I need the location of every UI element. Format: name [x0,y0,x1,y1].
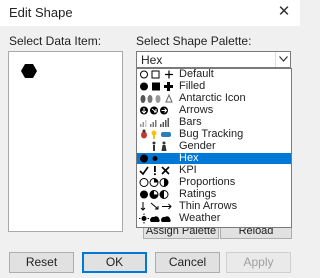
select-data-item-label: Select Data Item: [9,34,102,48]
pie-proportion-icon [139,178,169,187]
select-shape-palette-label: Select Shape Palette: [136,34,252,48]
chevron-down-icon [279,56,288,62]
close-button[interactable]: ✕ [276,2,292,22]
circle-arrows-icon [140,106,168,115]
penguin-icon [140,93,173,103]
title-bar: Edit Shape ✕ [0,0,300,26]
shape-palette-dropdown[interactable]: Hex [136,51,291,68]
palette-option-kpi[interactable]: KPI [137,164,291,176]
thin-arrows-icon [140,202,172,211]
person-icon [152,141,167,151]
palette-option-antarctic-icon[interactable]: Antarctic Icon [137,92,291,104]
shape-palette-list[interactable]: Default Filled Antarctic Icon Arrows Bar… [136,68,292,228]
palette-option-filled[interactable]: Filled [137,80,291,92]
cancel-button[interactable]: Cancel [155,252,220,273]
kpi-icon [139,166,170,176]
palette-option-bars[interactable]: Bars [137,116,291,128]
palette-option-proportions[interactable]: Proportions [137,176,291,188]
default-shapes-icon [140,70,173,79]
rating-circle-icon [140,190,169,199]
ok-button[interactable]: OK [82,252,147,273]
shape-palette-value: Hex [141,53,163,67]
weather-icon [139,213,171,224]
apply-button[interactable]: Apply [226,252,291,273]
signal-bars-icon [140,118,169,127]
palette-option-default[interactable]: Default [137,69,291,80]
bug-icon [141,129,171,139]
palette-option-hex[interactable]: Hex [137,152,291,164]
palette-option-gender[interactable]: Gender [137,140,291,152]
palette-option-ratings[interactable]: Ratings [137,188,291,200]
data-item-list[interactable] [8,51,123,232]
palette-option-bug-tracking[interactable]: Bug Tracking [137,128,291,140]
dialog-title: Edit Shape [9,5,73,20]
filled-hexagon-icon[interactable] [21,63,37,82]
dropdown-toggle[interactable] [275,52,290,67]
palette-option-thin-arrows[interactable]: Thin Arrows [137,200,291,212]
filled-shapes-icon [140,82,173,91]
reset-button[interactable]: Reset [9,252,74,273]
palette-option-arrows[interactable]: Arrows [137,104,291,116]
palette-option-weather[interactable]: Weather [137,212,291,224]
hex-palette-icon [140,154,158,163]
